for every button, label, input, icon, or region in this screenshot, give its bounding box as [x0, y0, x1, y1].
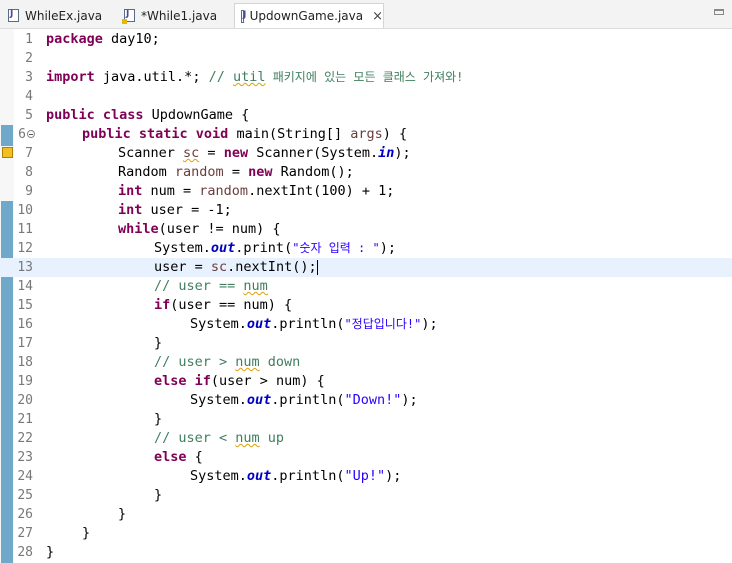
code-text: } [154, 335, 163, 351]
code-line: 20 System.out.println("Down!"); [0, 391, 732, 410]
line-number: 9 [25, 184, 33, 199]
code-text: int user = -1; [118, 202, 232, 218]
line-number: 15 [17, 298, 33, 313]
tab-while1[interactable]: *While1.java [118, 3, 230, 28]
java-file-warning-icon [122, 9, 135, 24]
line-number: 8 [25, 165, 33, 180]
tab-label: *While1.java [141, 8, 218, 23]
code-line: 9 int num = random.nextInt(100) + 1; [0, 182, 732, 201]
java-file-icon [241, 9, 246, 23]
code-line: 17 } [0, 334, 732, 353]
code-line: 15 if(user == num) { [0, 296, 732, 315]
code-text: Scanner sc = new Scanner(System.in); [118, 145, 411, 161]
line-number: 5 [25, 108, 33, 123]
code-text: public static void main(String[] args) { [82, 126, 408, 142]
line-number: 3 [25, 70, 33, 85]
line-number: 13 [17, 260, 33, 275]
code-line: 23 else { [0, 448, 732, 467]
tab-label: UpdownGame.java [249, 9, 364, 23]
code-text: } [46, 544, 55, 560]
code-text: // user > num down [154, 354, 301, 370]
code-line: 18 // user > num down [0, 353, 732, 372]
code-text: while(user != num) { [118, 221, 281, 237]
code-line: 14 // user == num [0, 277, 732, 296]
code-line: 10 int user = -1; [0, 201, 732, 220]
warning-icon[interactable] [2, 147, 13, 158]
code-line: 16 System.out.println("정답입니다!"); [0, 315, 732, 334]
code-line: 27 } [0, 524, 732, 543]
line-number: 10 [17, 203, 33, 218]
line-number: 18 [17, 355, 33, 370]
code-text: int num = random.nextInt(100) + 1; [118, 183, 395, 199]
code-text: if(user == num) { [154, 297, 293, 313]
code-text: import java.util.*; // util 패키지에 있는 모든 클… [46, 69, 464, 85]
code-text: package day10; [46, 31, 160, 47]
text-caret [316, 259, 318, 275]
code-line: 8 Random random = new Random(); [0, 163, 732, 182]
editor-tab-bar: WhileEx.java *While1.java UpdownGame.jav… [0, 0, 732, 29]
code-line: 25 } [0, 486, 732, 505]
line-number: 23 [17, 450, 33, 465]
java-file-icon [8, 9, 19, 22]
tab-updowngame[interactable]: UpdownGame.java × [234, 3, 384, 28]
code-text: } [154, 487, 163, 503]
tab-label: WhileEx.java [25, 8, 103, 23]
code-text: System.out.println("정답입니다!"); [190, 316, 438, 332]
code-text: Random random = new Random(); [118, 164, 354, 180]
minimize-icon[interactable] [714, 9, 724, 15]
code-line: 12 System.out.print("숫자 입력 : "); [0, 239, 732, 258]
tab-whileex[interactable]: WhileEx.java [2, 3, 110, 28]
line-number: 22 [17, 431, 33, 446]
code-line: 3 import java.util.*; // util 패키지에 있는 모든… [0, 68, 732, 87]
line-number: 17 [17, 336, 33, 351]
code-text: } [118, 506, 127, 522]
line-number: 11 [17, 222, 33, 237]
code-line: 5 public class UpdownGame { [0, 106, 732, 125]
line-number: 16 [17, 317, 33, 332]
current-line-highlight: 13 user = sc.nextInt(); [0, 258, 732, 277]
line-number: 1 [25, 32, 33, 47]
line-number: 20 [17, 393, 33, 408]
code-line: 6 public static void main(String[] args)… [0, 125, 732, 144]
line-number: 21 [17, 412, 33, 427]
code-editor[interactable]: 1 package day10; 2 3 import java.util.*;… [0, 29, 732, 563]
code-line: 22 // user < num up [0, 429, 732, 448]
code-line: 24 System.out.println("Up!"); [0, 467, 732, 486]
code-line: 1 package day10; [0, 30, 732, 49]
line-number: 27 [17, 526, 33, 541]
line-number: 2 [25, 51, 33, 66]
code-text: else { [154, 449, 203, 465]
code-text: else if(user > num) { [154, 373, 325, 389]
code-text: public class UpdownGame { [46, 107, 250, 123]
line-number: 25 [17, 488, 33, 503]
code-line: 11 while(user != num) { [0, 220, 732, 239]
line-number: 6 [18, 127, 26, 142]
fold-collapse-icon[interactable] [27, 130, 35, 138]
line-number: 4 [25, 89, 33, 104]
code-line: 21 } [0, 410, 732, 429]
code-line: 26 } [0, 505, 732, 524]
code-text: // user < num up [154, 430, 285, 446]
code-text: System.out.println("Down!"); [190, 392, 418, 408]
line-number: 28 [17, 545, 33, 560]
line-number: 24 [17, 469, 33, 484]
code-text: user = sc.nextInt(); [154, 259, 318, 275]
code-line: 7 Scanner sc = new Scanner(System.in); [0, 144, 732, 163]
code-line: 19 else if(user > num) { [0, 372, 732, 391]
code-line: 28 } [0, 543, 732, 562]
line-number: 26 [17, 507, 33, 522]
code-line: 2 [0, 49, 732, 68]
close-icon[interactable]: × [372, 9, 383, 24]
code-text: // user == num [154, 278, 268, 294]
line-number: 7 [25, 146, 33, 161]
code-text: System.out.print("숫자 입력 : "); [154, 240, 396, 256]
code-line: 4 [0, 87, 732, 106]
line-number: 12 [17, 241, 33, 256]
line-number: 14 [17, 279, 33, 294]
code-text: System.out.println("Up!"); [190, 468, 402, 484]
line-number: 19 [17, 374, 33, 389]
code-text: } [82, 525, 91, 541]
code-text: } [154, 411, 163, 427]
